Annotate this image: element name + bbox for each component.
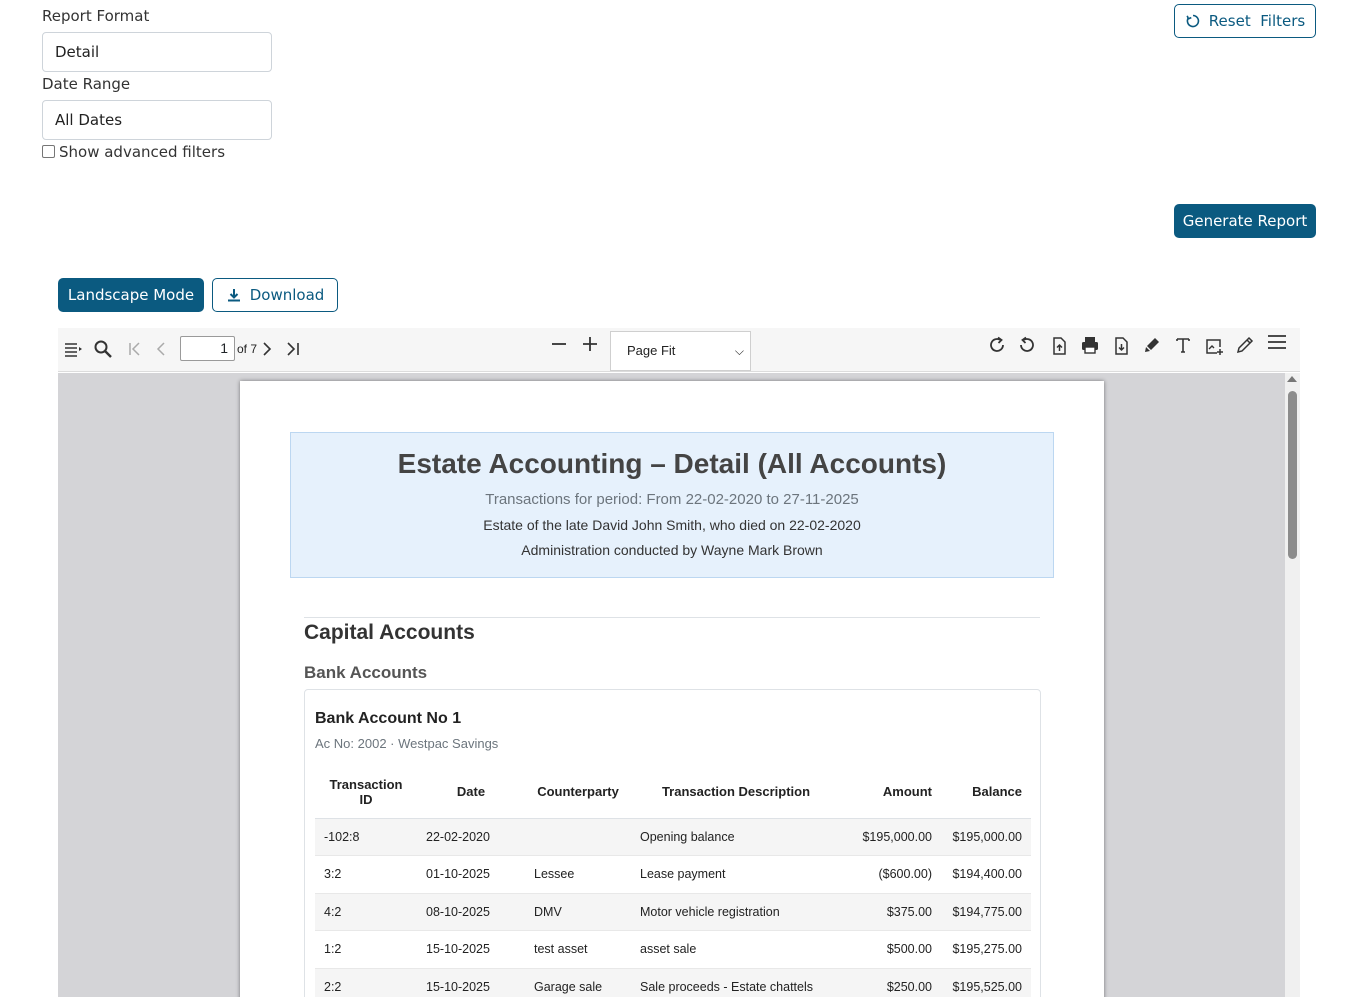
- report-title: Estate Accounting – Detail (All Accounts…: [397, 448, 947, 479]
- transactions-table: Transaction ID Date Counterparty Transac…: [315, 766, 1031, 997]
- section-divider: [304, 617, 1040, 618]
- page-number-input[interactable]: 1: [180, 336, 235, 361]
- table-cell: Sale proceeds - Estate chattels: [631, 968, 841, 997]
- reset-filters-button[interactable]: Reset Filters: [1174, 4, 1316, 38]
- table-header-row: Transaction ID Date Counterparty Transac…: [315, 766, 1031, 819]
- next-page-icon[interactable]: [256, 338, 278, 360]
- table-cell: asset sale: [631, 930, 841, 969]
- save-file-icon[interactable]: [1110, 335, 1132, 357]
- table-cell: 01-10-2025: [417, 855, 525, 894]
- table-cell: ($600.00): [841, 855, 941, 894]
- table-cell: Garage sale: [525, 968, 631, 997]
- column-header: Transaction Description: [631, 766, 841, 819]
- scrollbar-thumb[interactable]: [1288, 391, 1297, 559]
- landscape-mode-button[interactable]: Landscape Mode: [58, 278, 204, 312]
- table-cell: $194,775.00: [941, 893, 1031, 931]
- table-cell: 1:2: [315, 930, 417, 969]
- table-cell: 3:2: [315, 855, 417, 894]
- table-cell: 08-10-2025: [417, 893, 525, 931]
- scroll-up-icon[interactable]: [1287, 376, 1297, 382]
- sidebar-toggle-icon[interactable]: [62, 338, 84, 360]
- pdf-toolbar: 1 of 7 Page Fit ⌵: [58, 328, 1300, 372]
- download-icon: [227, 289, 240, 302]
- generate-report-button[interactable]: Generate Report: [1174, 204, 1316, 238]
- table-cell: 22-02-2020: [417, 818, 525, 856]
- table-cell: 4:2: [315, 893, 417, 931]
- administrator-line: Administration conducted by Wayne Mark B…: [521, 542, 823, 558]
- zoom-in-icon[interactable]: [579, 333, 601, 355]
- menu-icon[interactable]: [1266, 331, 1288, 353]
- table-cell: $195,525.00: [941, 968, 1031, 997]
- first-page-icon[interactable]: [124, 338, 146, 360]
- account-name: Bank Account No 1: [315, 710, 462, 727]
- download-button[interactable]: Download: [212, 278, 338, 312]
- estate-line: Estate of the late David John Smith, who…: [483, 517, 861, 533]
- draw-icon[interactable]: [1234, 334, 1256, 356]
- print-icon[interactable]: [1079, 334, 1101, 356]
- table-cell: $250.00: [841, 968, 941, 997]
- open-file-icon[interactable]: [1048, 335, 1070, 357]
- download-label: Download: [249, 286, 325, 304]
- table-cell: $194,400.00: [941, 855, 1031, 894]
- account-details: Ac No: 2002 · Westpac Savings: [315, 736, 499, 751]
- rotate-clockwise-icon[interactable]: [986, 334, 1008, 356]
- column-header: Counterparty: [525, 766, 631, 819]
- table-cell: [525, 818, 631, 856]
- table-cell: test asset: [525, 930, 631, 969]
- table-row: -102:8 22-02-2020 Opening balance $195,0…: [315, 818, 1031, 856]
- advanced-filters-checkbox[interactable]: [42, 145, 55, 158]
- add-image-icon[interactable]: [1203, 335, 1225, 357]
- table-cell: $195,000.00: [941, 818, 1031, 856]
- report-period: Transactions for period: From 22-02-2020…: [485, 491, 859, 508]
- table-row: 4:2 08-10-2025 DMV Motor vehicle registr…: [315, 893, 1031, 931]
- highlight-icon[interactable]: [1141, 334, 1163, 356]
- chevron-down-icon: ⌵: [734, 344, 744, 358]
- table-row: 3:2 01-10-2025 Lessee Lease payment ($60…: [315, 855, 1031, 894]
- table-cell: 15-10-2025: [417, 930, 525, 969]
- reset-filters-label: Reset Filters: [1208, 12, 1306, 30]
- pdf-page: Estate Accounting – Detail (All Accounts…: [240, 381, 1104, 997]
- table-cell: Motor vehicle registration: [631, 893, 841, 931]
- zoom-select[interactable]: Page Fit ⌵: [610, 331, 751, 371]
- table-cell: 15-10-2025: [417, 968, 525, 997]
- table-cell: Lessee: [525, 855, 631, 894]
- column-header: Balance: [941, 766, 1031, 819]
- search-icon[interactable]: [92, 338, 114, 360]
- text-tool-icon[interactable]: [1172, 334, 1194, 356]
- table-row: 2:2 15-10-2025 Garage sale Sale proceeds…: [315, 968, 1031, 997]
- page-count: of 7: [237, 342, 258, 356]
- table-cell: $375.00: [841, 893, 941, 931]
- last-page-icon[interactable]: [282, 338, 304, 360]
- table-cell: -102:8: [315, 818, 417, 856]
- table-cell: $195,275.00: [941, 930, 1031, 969]
- section-title: Capital Accounts: [304, 621, 475, 644]
- date-range-select[interactable]: All Dates: [42, 100, 272, 140]
- viewer-scrollbar[interactable]: [1285, 373, 1300, 997]
- account-card: Bank Account No 1 Ac No: 2002 · Westpac …: [304, 689, 1041, 997]
- rotate-counterclockwise-icon[interactable]: [1016, 334, 1038, 356]
- zoom-out-icon[interactable]: [548, 333, 570, 355]
- table-row: 1:2 15-10-2025 test asset asset sale $50…: [315, 930, 1031, 969]
- table-cell: $500.00: [841, 930, 941, 969]
- subsection-title: Bank Accounts: [304, 663, 428, 682]
- report-header: Estate Accounting – Detail (All Accounts…: [290, 432, 1054, 578]
- date-range-label: Date Range: [42, 75, 131, 93]
- table-cell: 2:2: [315, 968, 417, 997]
- pdf-viewer[interactable]: Estate Accounting – Detail (All Accounts…: [58, 373, 1300, 997]
- column-header: Date: [417, 766, 525, 819]
- zoom-select-value: Page Fit: [627, 343, 676, 358]
- previous-page-icon[interactable]: [150, 338, 172, 360]
- table-cell: DMV: [525, 893, 631, 931]
- report-format-select[interactable]: Detail: [42, 32, 272, 72]
- table-cell: $195,000.00: [841, 818, 941, 856]
- table-cell: Opening balance: [631, 818, 841, 856]
- column-header: Amount: [841, 766, 941, 819]
- reset-icon: [1186, 14, 1199, 28]
- advanced-filters-label[interactable]: Show advanced filters: [59, 143, 225, 161]
- column-header: Transaction ID: [315, 766, 417, 819]
- table-cell: Lease payment: [631, 855, 841, 894]
- report-format-label: Report Format: [42, 7, 150, 25]
